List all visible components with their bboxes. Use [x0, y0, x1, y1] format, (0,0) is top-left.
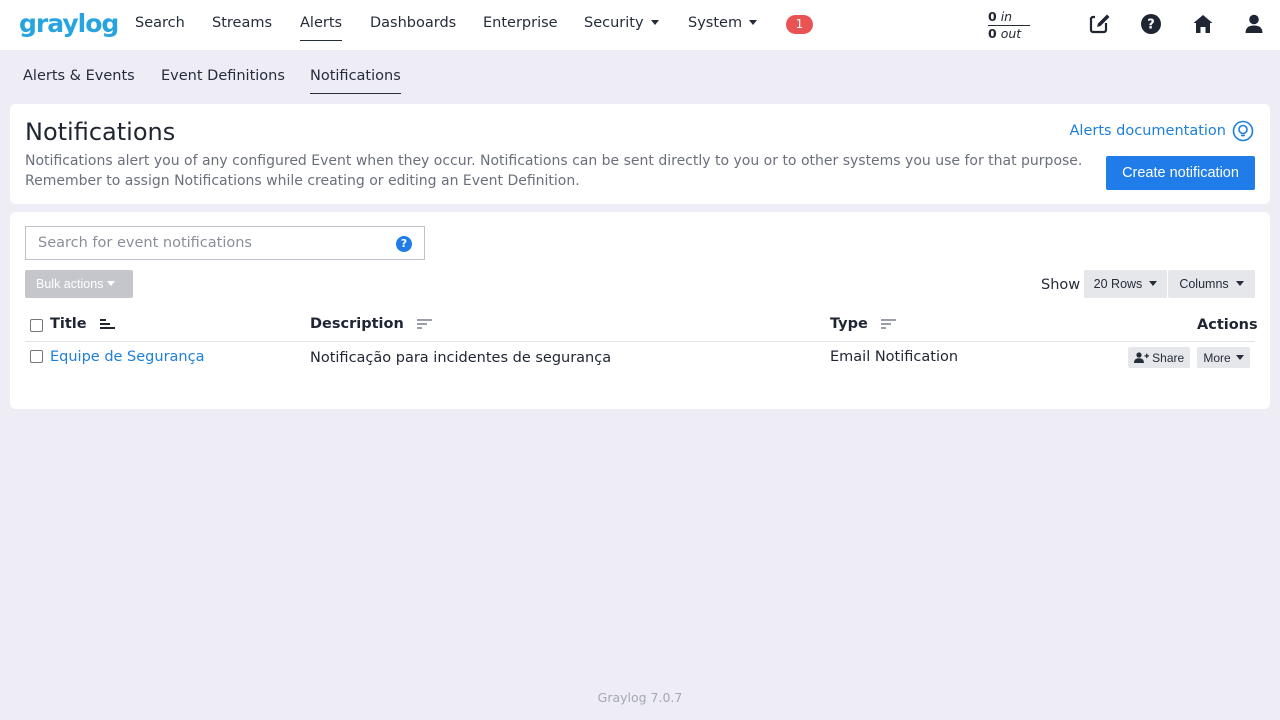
subnav-notifications[interactable]: Notifications [310, 68, 401, 94]
column-header-type[interactable]: Type [830, 316, 897, 332]
throughput-out-label: out [1000, 26, 1022, 41]
nav-security-label: Security [584, 15, 644, 31]
share-label: Share [1152, 350, 1185, 365]
header-divider [25, 341, 1255, 342]
throughput-out-value: 0 [988, 26, 997, 41]
notification-type: Email Notification [830, 349, 959, 365]
graylog-logo[interactable]: graylog [19, 9, 119, 38]
nav-streams[interactable]: Streams [212, 15, 272, 31]
show-label: Show [1041, 277, 1081, 293]
throughput-in: 0 in [988, 9, 1030, 26]
more-actions-button[interactable]: More [1197, 347, 1250, 368]
search-help-icon[interactable]: ? [396, 236, 412, 252]
alerts-documentation-link[interactable]: Alerts documentation [1070, 123, 1227, 139]
subnav-event-definitions[interactable]: Event Definitions [161, 68, 285, 84]
nav-security[interactable]: Security [584, 15, 659, 31]
column-type-label: Type [830, 316, 868, 332]
user-icon[interactable] [1243, 13, 1265, 35]
chevron-down-icon [749, 19, 758, 25]
sort-ascending-icon[interactable] [99, 318, 116, 330]
throughput-in-label: in [1000, 9, 1013, 24]
notification-count-badge[interactable]: 1 [786, 15, 813, 34]
edit-icon[interactable] [1089, 13, 1111, 35]
notification-description: Notificação para incidentes de segurança [310, 350, 612, 366]
page-header-panel: Notifications Notifications alert you of… [10, 104, 1270, 204]
search-box: ? [25, 226, 425, 260]
chevron-down-icon [1149, 281, 1158, 287]
nav-system[interactable]: System [688, 15, 758, 31]
nav-search[interactable]: Search [135, 15, 185, 31]
column-description-label: Description [310, 316, 404, 332]
subnav-alerts-events[interactable]: Alerts & Events [23, 68, 135, 84]
chevron-down-icon [1235, 281, 1244, 287]
share-button[interactable]: Share [1128, 347, 1190, 368]
nav-system-label: System [688, 15, 743, 31]
column-title-label: Title [50, 316, 87, 332]
add-user-icon [1133, 351, 1149, 363]
columns-label: Columns [1179, 277, 1229, 291]
column-header-actions: Actions [1197, 317, 1258, 333]
chevron-down-icon [1235, 354, 1244, 360]
notification-title-link[interactable]: Equipe de Segurança [50, 349, 204, 365]
throughput-indicator[interactable]: 0 in 0 out [988, 9, 1030, 41]
more-label: More [1203, 350, 1231, 365]
help-icon[interactable]: ? [1140, 13, 1162, 35]
columns-button[interactable]: Columns [1168, 270, 1255, 298]
create-notification-button[interactable]: Create notification [1106, 156, 1255, 190]
rows-per-page-label: 20 Rows [1093, 277, 1143, 291]
chevron-down-icon [650, 19, 659, 25]
column-header-description[interactable]: Description [310, 316, 433, 332]
row-select-checkbox[interactable] [30, 350, 43, 363]
throughput-out: 0 out [988, 26, 1030, 41]
chevron-down-icon [107, 281, 116, 287]
bulk-actions-label: Bulk actions [36, 277, 104, 291]
page-description: Notifications alert you of any configure… [25, 153, 1083, 189]
page-title: Notifications [25, 118, 176, 146]
rows-per-page-button[interactable]: 20 Rows [1084, 270, 1167, 298]
sort-icon[interactable] [880, 318, 897, 330]
notifications-list-panel: ? Bulk actions Show 20 Rows Columns Titl… [10, 212, 1270, 409]
bulk-actions-button[interactable]: Bulk actions [25, 270, 133, 298]
select-all-checkbox[interactable] [30, 319, 43, 332]
home-icon[interactable] [1192, 13, 1214, 35]
footer-version: Graylog 7.0.7 [597, 690, 683, 705]
top-navigation: graylog Search Streams Alerts Dashboards… [0, 0, 1280, 50]
column-header-title[interactable]: Title [50, 316, 116, 332]
search-input[interactable] [26, 227, 386, 259]
svg-text:?: ? [1147, 18, 1155, 33]
nav-alerts[interactable]: Alerts [300, 15, 343, 41]
nav-dashboards[interactable]: Dashboards [370, 15, 456, 31]
sort-icon[interactable] [416, 318, 433, 330]
throughput-in-value: 0 [988, 9, 997, 24]
lightbulb-icon[interactable] [1232, 120, 1254, 142]
nav-enterprise[interactable]: Enterprise [483, 15, 558, 31]
